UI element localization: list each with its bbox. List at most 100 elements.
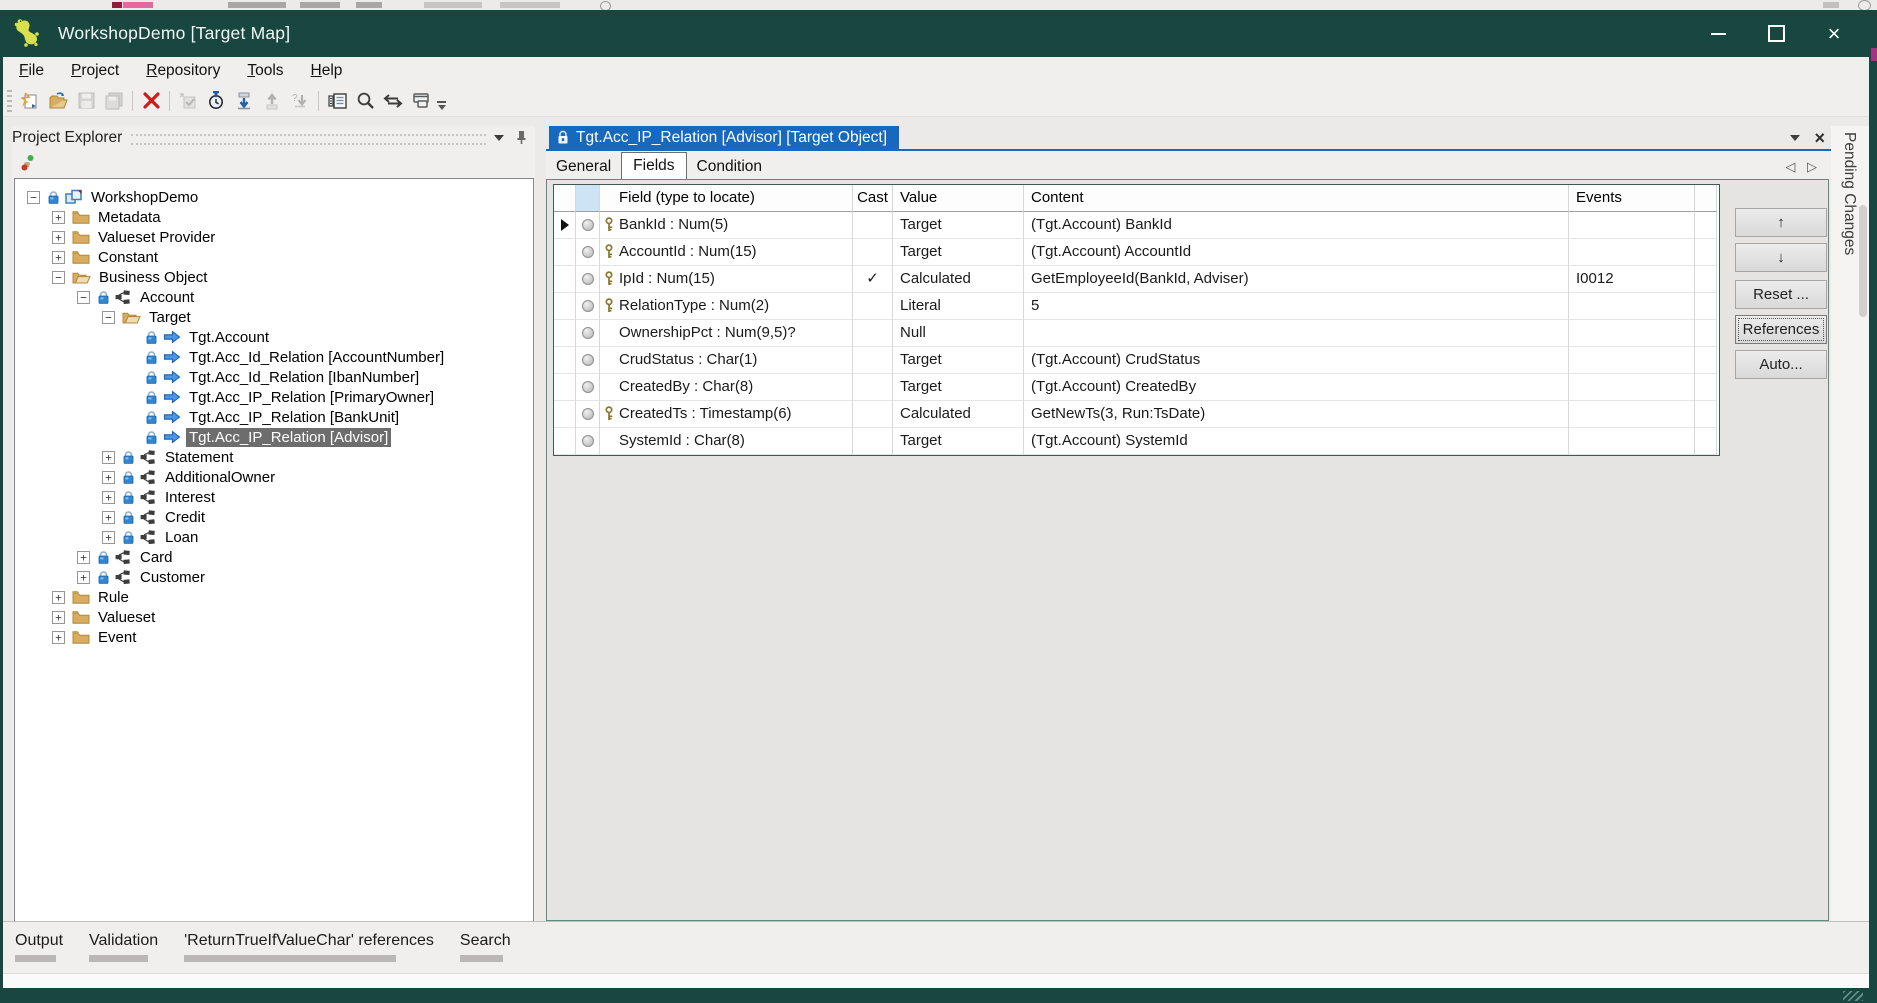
cell-cast[interactable] [853, 428, 893, 455]
auto-button[interactable]: Auto... [1735, 350, 1827, 379]
bottom-tab--returntrueifvaluechar-references[interactable]: 'ReturnTrueIfValueChar' references [184, 932, 434, 962]
cell-field[interactable]: CreatedBy : Char(8) [600, 374, 853, 401]
cell-fill[interactable] [1695, 266, 1717, 293]
grid-row[interactable]: CrudStatus : Char(1)Target(Tgt.Account) … [554, 347, 1719, 374]
cell-field[interactable]: AccountId : Num(15) [600, 239, 853, 266]
cell-events[interactable] [1569, 212, 1695, 239]
cell-events[interactable] [1569, 428, 1695, 455]
tree-item-label[interactable]: WorkshopDemo [88, 188, 201, 207]
cell-field[interactable]: CrudStatus : Char(1) [600, 347, 853, 374]
cell-cast[interactable] [853, 347, 893, 374]
history-checkout-icon[interactable] [202, 88, 230, 114]
tree-item[interactable]: +Metadata [15, 207, 533, 227]
cell-content[interactable]: (Tgt.Account) CreatedBy [1024, 374, 1569, 401]
close-button[interactable]: × [1805, 10, 1863, 57]
cell-fill[interactable] [1695, 212, 1717, 239]
cell-events[interactable] [1569, 347, 1695, 374]
bottom-tab-search[interactable]: Search [460, 932, 511, 962]
tree-item-label[interactable]: Loan [162, 528, 201, 547]
tree-item-label[interactable]: Valueset [95, 608, 158, 627]
cell-field[interactable]: IpId : Num(15) [600, 266, 853, 293]
cell-fill[interactable] [1695, 347, 1717, 374]
cell-value[interactable]: Calculated [893, 266, 1024, 293]
tree-item[interactable]: −Account [15, 287, 533, 307]
cell-marker[interactable] [554, 401, 576, 428]
cell-events[interactable] [1569, 320, 1695, 347]
tree-item[interactable]: −WorkshopDemo [15, 187, 533, 207]
tree-item-label[interactable]: Rule [95, 588, 132, 607]
cell-events[interactable] [1569, 239, 1695, 266]
tree-item[interactable]: Tgt.Acc_IP_Relation [PrimaryOwner] [15, 387, 533, 407]
tree-item[interactable]: + Credit [15, 507, 533, 527]
tree-item-label[interactable]: Tgt.Acc_IP_Relation [Advisor] [186, 428, 391, 447]
column-header-blank[interactable] [1695, 185, 1717, 212]
expand-expander-icon[interactable]: + [52, 591, 65, 604]
expand-expander-icon[interactable]: + [102, 511, 115, 524]
column-header-content[interactable]: Content [1024, 185, 1569, 212]
cell-dot[interactable] [576, 347, 600, 374]
expand-expander-icon[interactable]: + [52, 231, 65, 244]
document-tab[interactable]: Tgt.Acc_IP_Relation [Advisor] [Target Ob… [549, 126, 899, 149]
cell-marker[interactable] [554, 320, 576, 347]
expand-expander-icon[interactable]: + [102, 491, 115, 504]
panel-menu-chevron-icon[interactable] [494, 135, 504, 141]
move-up-button[interactable]: ↑ [1735, 208, 1827, 237]
cell-field[interactable]: OwnershipPct : Num(9,5)? [600, 320, 853, 347]
cell-marker[interactable] [554, 428, 576, 455]
cell-events[interactable] [1569, 401, 1695, 428]
compare-icon[interactable] [379, 88, 407, 114]
tree-item[interactable]: +Event [15, 627, 533, 647]
cell-content[interactable]: GetNewTs(3, Run:TsDate) [1024, 401, 1569, 428]
grid-row[interactable]: RelationType : Num(2)Literal5 [554, 293, 1719, 320]
bottom-tab-label[interactable]: Validation [89, 932, 158, 950]
tab-fields[interactable]: Fields [621, 152, 686, 182]
tree-item-label[interactable]: Target [146, 308, 194, 327]
bottom-tab-output[interactable]: Output [15, 932, 63, 962]
tree-item[interactable]: Tgt.Acc_IP_Relation [BankUnit] [15, 407, 533, 427]
column-header-blank[interactable] [576, 185, 600, 212]
cell-field[interactable]: BankId : Num(5) [600, 212, 853, 239]
cell-marker[interactable] [554, 374, 576, 401]
tree-item-label[interactable]: Tgt.Acc_IP_Relation [PrimaryOwner] [186, 388, 437, 407]
undo-checkout-icon[interactable]: ? [286, 88, 314, 114]
column-header-blank[interactable] [554, 185, 576, 212]
cell-content[interactable]: (Tgt.Account) BankId [1024, 212, 1569, 239]
cell-value[interactable]: Null [893, 320, 1024, 347]
bottom-tab-label[interactable]: Output [15, 932, 63, 950]
validate-icon[interactable] [174, 88, 202, 114]
menu-item-repository[interactable]: Repository [146, 62, 220, 80]
cell-content[interactable]: (Tgt.Account) CrudStatus [1024, 347, 1569, 374]
tree-item-label[interactable]: Credit [162, 508, 208, 527]
collapse-expander-icon[interactable]: − [77, 291, 90, 304]
tree-item-label[interactable]: Interest [162, 488, 218, 507]
resize-grip[interactable] [1843, 991, 1863, 1001]
cell-dot[interactable] [576, 428, 600, 455]
tree-item[interactable]: +Loan [15, 527, 533, 547]
tree-item[interactable]: + Interest [15, 487, 533, 507]
cell-marker[interactable] [554, 293, 576, 320]
get-latest-icon[interactable] [230, 88, 258, 114]
cell-events[interactable] [1569, 374, 1695, 401]
cell-dot[interactable] [576, 374, 600, 401]
cell-cast[interactable] [853, 293, 893, 320]
pending-strip-scrollbar[interactable] [1859, 205, 1867, 317]
cell-fill[interactable] [1695, 374, 1717, 401]
cell-dot[interactable] [576, 293, 600, 320]
cell-field[interactable]: SystemId : Char(8) [600, 428, 853, 455]
cell-value[interactable]: Target [893, 428, 1024, 455]
cell-marker[interactable] [554, 239, 576, 266]
tree-item-label[interactable]: Statement [162, 448, 236, 467]
expand-expander-icon[interactable]: + [102, 471, 115, 484]
bottom-tab-label[interactable]: Search [460, 932, 511, 950]
pending-changes-label[interactable]: Pending Changes [1840, 132, 1858, 255]
tree-item-label[interactable]: Tgt.Acc_Id_Relation [IbanNumber] [186, 368, 422, 387]
cell-value[interactable]: Target [893, 239, 1024, 266]
tree-item[interactable]: +Valueset Provider [15, 227, 533, 247]
search-icon[interactable] [351, 88, 379, 114]
cell-fill[interactable] [1695, 401, 1717, 428]
properties-icon[interactable] [323, 88, 351, 114]
delete-icon[interactable] [137, 88, 165, 114]
menu-item-file[interactable]: File [19, 62, 44, 80]
toolbar-overflow-icon[interactable] [437, 101, 446, 110]
cell-content[interactable]: GetEmployeeId(BankId, Adviser) [1024, 266, 1569, 293]
